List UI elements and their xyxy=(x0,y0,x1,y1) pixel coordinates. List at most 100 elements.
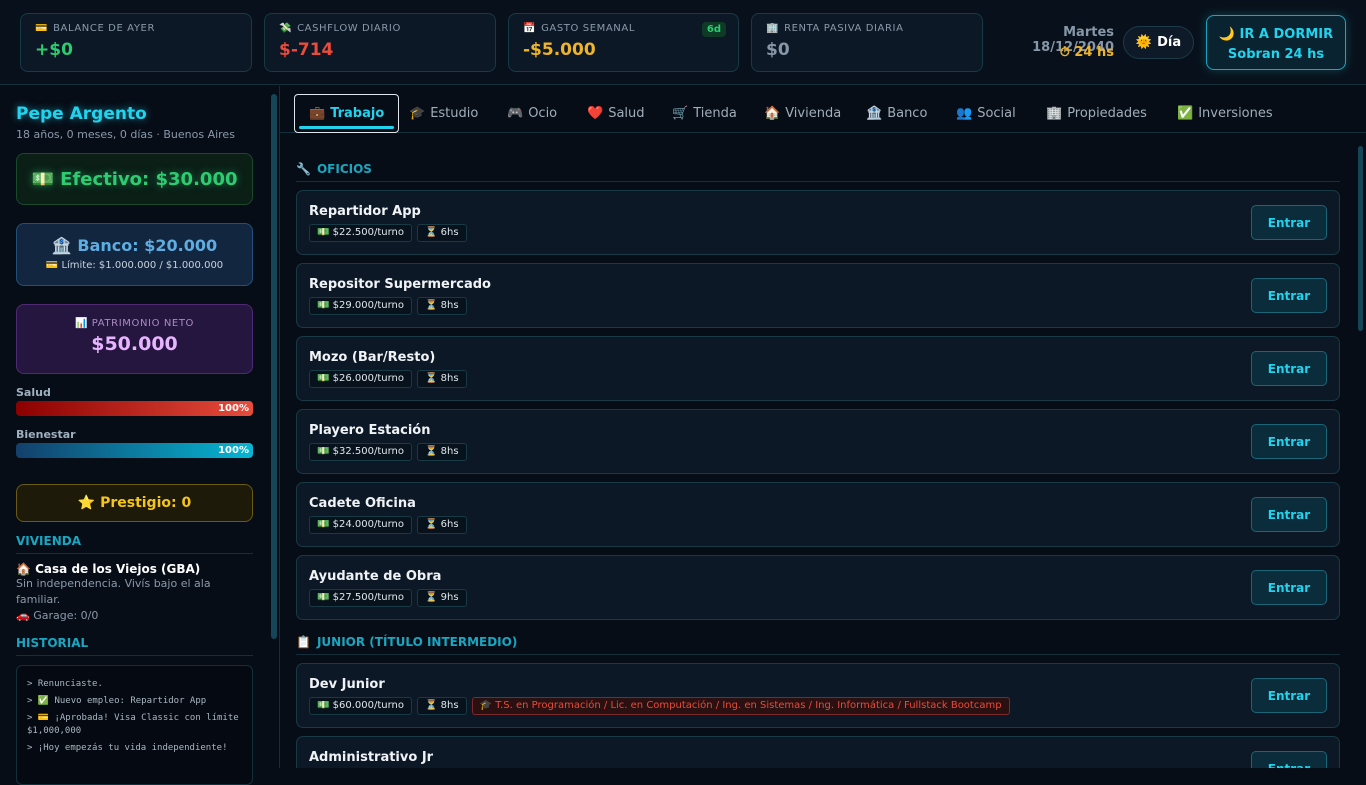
stat-card: 💳 BALANCE DE AYER +$0 xyxy=(20,13,252,72)
tab-label: Propiedades xyxy=(1067,106,1147,121)
job-name: Repositor Supermercado xyxy=(309,277,491,292)
garage-info: 🚗 Garage: 0/0 xyxy=(16,609,99,622)
hours-chip: ⏳ 6hs xyxy=(417,516,467,534)
sidebar-scrollbar[interactable] xyxy=(271,94,277,639)
job-card: Repositor Supermercado 💵 $29.000/turno ⏳ 8… xyxy=(296,263,1340,328)
hours-chip: ⏳ 8hs xyxy=(417,697,467,715)
job-card: Playero Estación 💵 $32.500/turno ⏳ 8hs Entr… xyxy=(296,409,1340,474)
top-bar: 💳 BALANCE DE AYER +$0 💸 CASHFLOW DIARIO $-714… xyxy=(0,0,1366,85)
pay-chip: 💵 $29.000/turno xyxy=(309,297,413,315)
tab-label: Banco xyxy=(887,106,928,121)
job-card: Dev Junior 💵 $60.000/turno ⏳ 8hs 🎓 T.S. en … xyxy=(296,663,1340,728)
tab-label: Estudio xyxy=(430,106,479,121)
stat-card: 🏢 RENTA PASIVA DIARIA $0 xyxy=(751,13,983,72)
housing-desc: Sin independencia. Vivís bajo el ala fam… xyxy=(16,577,211,606)
pay-chip: 💵 $24.000/turno xyxy=(309,516,413,534)
job-name: Repartidor App xyxy=(309,204,421,219)
job-name: Cadete Oficina xyxy=(309,496,416,511)
tab-label: Ocio xyxy=(528,106,558,121)
enter-button[interactable]: Entrar xyxy=(1251,678,1327,713)
job-chips: 💵 $60.000/turno ⏳ 8hs 🎓 T.S. en Programaci… xyxy=(309,697,1327,715)
enter-button[interactable]: Entrar xyxy=(1251,424,1327,459)
wellbeing-bar: 100% xyxy=(16,443,253,458)
tab-label: Inversiones xyxy=(1198,106,1273,121)
tab-inversiones[interactable]: ✅ Inversiones xyxy=(1163,94,1287,133)
stat-icon: 🏢 xyxy=(766,23,780,34)
tab-tienda[interactable]: 🛒 Tienda xyxy=(658,94,751,133)
health-label: Salud xyxy=(16,386,51,399)
history-item: > ¡Hoy empezás tu vida independiente! xyxy=(27,743,228,753)
history-title: HISTORIAL xyxy=(16,636,253,656)
stat-value: $-714 xyxy=(279,40,334,60)
job-card: Mozo (Bar/Resto) 💵 $26.000/turno ⏳ 8hs Entr… xyxy=(296,336,1340,401)
enter-button[interactable]: Entrar xyxy=(1251,751,1327,768)
tab-icon: 🏢 xyxy=(1046,106,1063,121)
enter-button[interactable]: Entrar xyxy=(1251,497,1327,532)
tab-banco[interactable]: 🏦 Banco xyxy=(852,94,941,133)
tab-icon: 🎓 xyxy=(409,106,426,121)
requirement-chip: 🎓 T.S. en Programación / Lic. en Computa… xyxy=(471,697,1010,715)
hours-chip: ⏳ 8hs xyxy=(417,370,467,388)
tab-ocio[interactable]: 🎮 Ocio xyxy=(493,94,571,133)
enter-button[interactable]: Entrar xyxy=(1251,570,1327,605)
wellbeing-label: Bienestar xyxy=(16,428,76,441)
health-bar: 100% xyxy=(16,401,253,416)
section-title: 📋 JUNIOR (TÍTULO INTERMEDIO) xyxy=(296,635,1340,655)
history-item: > ✅ Nuevo empleo: Repartidor App xyxy=(27,696,207,706)
pay-chip: 💵 $26.000/turno xyxy=(309,370,413,388)
job-chips: 💵 $26.000/turno ⏳ 8hs xyxy=(309,370,1327,388)
tab-trabajo[interactable]: 💼 Trabajo xyxy=(294,94,400,133)
stat-label-text: GASTO SEMANAL xyxy=(541,23,635,34)
enter-button[interactable]: Entrar xyxy=(1251,278,1327,313)
stat-icon: 💸 xyxy=(279,23,293,34)
job-name: Playero Estación xyxy=(309,423,431,438)
job-name: Mozo (Bar/Resto) xyxy=(309,350,436,365)
cash-box: 💵 Efectivo: $30.000 xyxy=(16,153,253,205)
sun-icon: 🌞 xyxy=(1135,35,1153,50)
history-log: > Renunciaste. > ✅ Nuevo empleo: Repartid… xyxy=(16,665,253,785)
day-period-button[interactable]: 🌞 Día xyxy=(1123,26,1194,59)
sidebar: Pepe Argento 18 años, 0 meses, 0 días · … xyxy=(0,86,280,785)
bank-box: 🏦 Banco: $20.000 💳 Límite: $1.000.000 / $… xyxy=(16,223,253,286)
section-title-text: OFICIOS xyxy=(316,162,372,176)
tab-label: Vivienda xyxy=(785,106,842,121)
tab-icon: 🛒 xyxy=(672,106,689,121)
section-icon: 🔧 xyxy=(296,162,311,176)
player-info: 18 años, 0 meses, 0 días · Buenos Aires xyxy=(16,128,235,141)
tab-propiedades[interactable]: 🏢 Propiedades xyxy=(1032,94,1161,133)
stat-card: 💸 CASHFLOW DIARIO $-714 xyxy=(264,13,496,72)
stat-value: -$5.000 xyxy=(523,40,596,60)
main-scrollbar[interactable] xyxy=(1358,146,1363,331)
enter-button[interactable]: Entrar xyxy=(1251,205,1327,240)
job-chips: 💵 $22.500/turno ⏳ 6hs xyxy=(309,224,1327,242)
hours-chip: ⏳ 8hs xyxy=(417,443,467,461)
tab-icon: 💼 xyxy=(309,106,326,121)
tab-icon: ❤️ xyxy=(587,106,604,121)
pay-chip: 💵 $32.500/turno xyxy=(309,443,413,461)
tab-icon: 👥 xyxy=(956,106,973,121)
stat-label-text: RENTA PASIVA DIARIA xyxy=(784,23,904,34)
tab-salud[interactable]: ❤️ Salud xyxy=(573,94,659,133)
tab-icon: ✅ xyxy=(1177,106,1194,121)
stat-label-text: CASHFLOW DIARIO xyxy=(297,23,401,34)
tab-bar: 💼 Trabajo 🎓 Estudio 🎮 Ocio ❤️ Salud 🛒 Tienda 🏠 Vivi… xyxy=(280,86,1366,133)
stat-icon: 💳 xyxy=(35,23,49,34)
tab-estudio[interactable]: 🎓 Estudio xyxy=(395,94,492,133)
stat-card: 📅 GASTO SEMANAL -$5.000 6d xyxy=(508,13,739,72)
stat-label: 🏢 RENTA PASIVA DIARIA xyxy=(766,23,968,34)
job-card: Repartidor App 💵 $22.500/turno ⏳ 6hs Entrar xyxy=(296,190,1340,255)
housing-title: VIVIENDA xyxy=(16,534,253,554)
sleep-button[interactable]: 🌙 IR A DORMIR Sobran 24 hs xyxy=(1206,15,1346,70)
enter-button[interactable]: Entrar xyxy=(1251,351,1327,386)
tab-icon: 🏦 xyxy=(866,106,883,121)
job-card: Cadete Oficina 💵 $24.000/turno ⏳ 6hs Entrar xyxy=(296,482,1340,547)
pay-chip: 💵 $60.000/turno xyxy=(309,697,413,715)
tab-label: Tienda xyxy=(693,106,737,121)
net-worth-box: 📊 PATRIMONIO NETO $50.000 xyxy=(16,304,253,374)
job-chips: 💵 $29.000/turno ⏳ 8hs xyxy=(309,297,1327,315)
stat-label: 📅 GASTO SEMANAL xyxy=(523,23,724,34)
tab-vivienda[interactable]: 🏠 Vivienda xyxy=(750,94,855,133)
tab-social[interactable]: 👥 Social xyxy=(942,94,1030,133)
jobs-panel: 🔧 OFICIOS Repartidor App 💵 $22.500/turno ⏳ 6… xyxy=(296,133,1340,768)
section-title-text: JUNIOR (TÍTULO INTERMEDIO) xyxy=(316,635,518,649)
